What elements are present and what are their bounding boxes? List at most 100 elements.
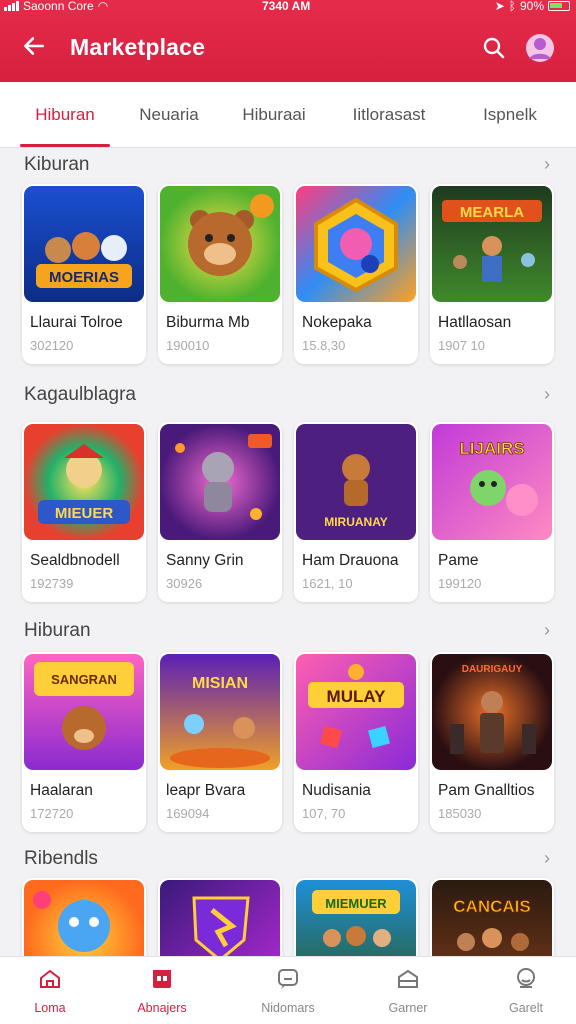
game-meta: 1907 10 (438, 338, 485, 353)
bluetooth-icon: ᛒ (508, 0, 516, 13)
game-thumbnail: MULAY (296, 654, 416, 770)
box-icon (398, 969, 418, 988)
thumbnail-art-text: LIJAIRS (459, 439, 524, 458)
game-thumbnail: SANGRAN (24, 654, 144, 770)
game-card[interactable]: LIJAIRS Pame 199120 (430, 422, 554, 602)
game-title: Haalaran (30, 782, 93, 799)
game-meta: 15.8,30 (302, 338, 346, 353)
game-thumbnail: MIEUER (24, 424, 144, 540)
game-title: Pam Gnalltios (438, 782, 535, 799)
thumbnail-art-text: MISIAN (192, 675, 248, 692)
game-title: Sealdbnodell (30, 552, 120, 569)
thumbnail-art-text: DAURIGAUY (462, 664, 523, 675)
thumbnail-art-text: MOERIAS (49, 269, 119, 286)
back-button[interactable] (18, 30, 50, 62)
nav-label: Abnajers (137, 1001, 187, 1015)
profile-button[interactable] (524, 32, 556, 64)
carrier-label: Saoonn Core (23, 0, 94, 13)
thumbnail-art-text: MEARLA (460, 204, 524, 221)
game-thumbnail (296, 186, 416, 302)
game-title: Hatllaosan (438, 314, 512, 331)
game-card[interactable]: MOERIAS Llaurai Tolroe 302120 (22, 184, 146, 364)
game-meta: 30926 (166, 576, 203, 591)
game-title: Nokepaka (302, 314, 372, 331)
nav-label: Nidomars (261, 1001, 315, 1015)
game-thumbnail: MISIAN (160, 654, 280, 770)
section-title: Kiburan (24, 154, 90, 175)
app-bar: Saoonn Core ◠ 7340 AM ➤ ᛒ 90% Marketplac… (0, 0, 576, 82)
game-title: leapr Bvara (166, 782, 246, 799)
nav-home[interactable]: Loma (0, 957, 100, 1024)
tab-hiburan[interactable]: Hiburan (18, 82, 112, 148)
game-title: Nudisania (302, 782, 371, 799)
game-thumbnail: MEARLA (432, 186, 552, 302)
profile-icon (526, 34, 554, 62)
game-title: Sanny Grin (166, 552, 244, 569)
search-icon (483, 37, 505, 59)
nav-games[interactable]: Garner (358, 957, 458, 1024)
game-title: Pame (438, 552, 479, 569)
clock: 7340 AM (262, 0, 311, 13)
chevron-right-icon[interactable]: › (544, 154, 550, 175)
battery-icon (548, 1, 570, 11)
store-icon (153, 970, 171, 988)
user-icon (517, 968, 535, 988)
tab-iitlorasast[interactable]: Iitlorasast (336, 82, 442, 148)
section-title: Ribendls (24, 848, 98, 869)
status-bar: Saoonn Core ◠ 7340 AM ➤ ᛒ 90% (0, 0, 576, 14)
tab-hiburaai[interactable]: Hiburaai (224, 82, 324, 148)
search-button[interactable] (478, 32, 510, 64)
game-card[interactable]: MULAY Nudisania 107, 70 (294, 652, 418, 832)
game-meta: 107, 70 (302, 806, 346, 821)
chat-icon (278, 969, 298, 989)
game-thumbnail: MOERIAS (24, 186, 144, 302)
section-title: Hiburan (24, 620, 91, 641)
game-card[interactable]: SANGRAN Haalaran 172720 (22, 652, 146, 832)
chevron-right-icon[interactable]: › (544, 848, 550, 869)
home-icon (40, 969, 60, 988)
game-thumbnail: MIRUANAY (296, 424, 416, 540)
page-title: Marketplace (70, 34, 206, 60)
bottom-navigation: Loma Abnajers Nidomars Garner Garelt (0, 956, 576, 1024)
game-meta: 192739 (30, 576, 74, 591)
nav-label: Garelt (508, 1001, 544, 1015)
game-meta: 1621, 10 (302, 576, 353, 591)
chevron-right-icon[interactable]: › (544, 384, 550, 405)
location-icon: ➤ (494, 0, 505, 13)
chevron-right-icon[interactable]: › (544, 620, 550, 641)
game-meta: 302120 (30, 338, 74, 353)
nav-label: Loma (34, 1001, 66, 1015)
back-arrow-icon (24, 37, 44, 55)
game-card[interactable]: Biburma Mb 190010 (158, 184, 282, 364)
game-card[interactable]: MEARLA Hatllaosan 1907 10 (430, 184, 554, 364)
game-meta: 199120 (438, 576, 482, 591)
game-meta: 190010 (166, 338, 210, 353)
game-card[interactable]: Sanny Grin 30926 (158, 422, 282, 602)
game-title: Biburma Mb (166, 314, 250, 331)
wifi-icon: ◠ (97, 0, 109, 13)
nav-store[interactable]: Abnajers (112, 957, 212, 1024)
nav-account[interactable]: Garelt (476, 957, 576, 1024)
tab-ispnelk[interactable]: Ispnelk (468, 82, 552, 148)
game-card[interactable]: MIEUER Sealdbnodell 192739 (22, 422, 146, 602)
thumbnail-art-text: MIEMUER (325, 896, 387, 911)
game-card[interactable]: DAURIGAUY Pam Gnalltios 185030 (430, 652, 554, 832)
section-title: Kagaulblagra (24, 384, 136, 405)
signal-icon (4, 1, 19, 11)
thumbnail-art-text: MIRUANAY (324, 515, 388, 529)
game-meta: 172720 (30, 806, 74, 821)
game-thumbnail: DAURIGAUY (432, 654, 552, 770)
game-card[interactable]: MIRUANAY Ham Drauona 1621, 10 (294, 422, 418, 602)
thumbnail-art-text: SANGRAN (51, 672, 117, 687)
game-card[interactable]: MISIAN leapr Bvara 169094 (158, 652, 282, 832)
battery-percent: 90% (519, 0, 544, 13)
tab-neuaria[interactable]: Neuaria (124, 82, 214, 148)
nav-label: Garner (388, 1001, 428, 1015)
game-title: Llaurai Tolroe (30, 314, 123, 331)
thumbnail-art-text: MIEUER (55, 505, 114, 522)
game-card[interactable]: Nokepaka 15.8,30 (294, 184, 418, 364)
thumbnail-art-text: CANCAIS (453, 897, 530, 916)
nav-messages[interactable]: Nidomars (238, 957, 338, 1024)
tab-indicator (20, 144, 110, 147)
game-meta: 185030 (438, 806, 482, 821)
